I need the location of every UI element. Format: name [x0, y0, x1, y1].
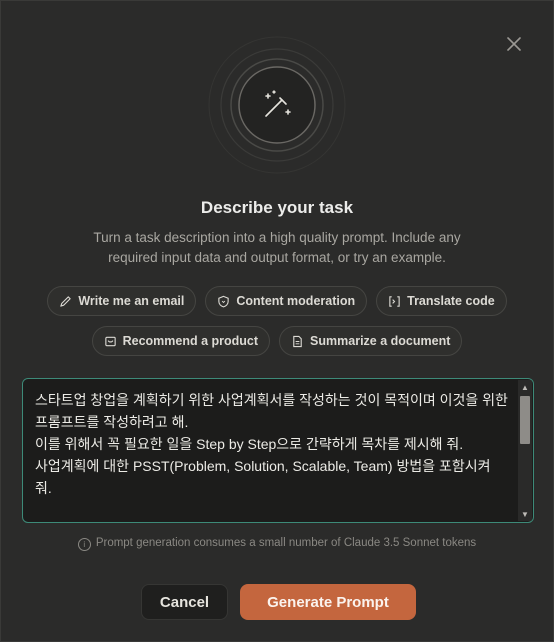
chip-label: Content moderation — [236, 294, 356, 308]
scroll-thumb[interactable] — [520, 396, 530, 444]
dialog-title: Describe your task — [200, 198, 354, 217]
example-chip-content-moderation[interactable]: Content moderation — [205, 286, 368, 316]
chip-label: Recommend a product — [122, 334, 259, 348]
token-usage-text: Prompt generation consumes a small numbe… — [95, 537, 477, 549]
generate-prompt-button[interactable]: Generate Prompt — [240, 584, 416, 620]
scroll-down-arrow-icon[interactable]: ▼ — [518, 507, 532, 521]
dialog-subtitle: Turn a task description into a high qual… — [93, 230, 461, 265]
task-description-text[interactable]: 스타트업 창업을 계획하기 위한 사업계획서를 작성하는 것이 목적이며 이것을… — [35, 389, 511, 522]
document-icon — [293, 335, 302, 347]
info-icon: i — [77, 538, 91, 551]
chip-label: Translate code — [407, 294, 495, 308]
close-icon[interactable] — [505, 35, 523, 53]
chip-label: Write me an email — [78, 294, 185, 308]
example-chip-recommend-product[interactable]: Recommend a product — [91, 326, 271, 356]
textarea-scrollbar[interactable]: ▲ ▼ — [518, 380, 532, 521]
chip-label: Summarize a document — [310, 334, 451, 348]
example-chip-translate-code[interactable]: Translate code — [376, 286, 507, 316]
task-description-input[interactable]: 스타트업 창업을 계획하기 위한 사업계획서를 작성하는 것이 목적이며 이것을… — [22, 378, 534, 523]
cancel-button[interactable]: Cancel — [141, 584, 228, 620]
code-bracket-icon — [389, 295, 400, 307]
example-chip-write-email[interactable]: Write me an email — [47, 286, 197, 316]
example-chips-row-2: Recommend a product Summarize a document — [1, 326, 553, 356]
pen-icon — [60, 295, 72, 307]
example-chips-row-1: Write me an email Content moderation Tra… — [1, 286, 553, 316]
example-chip-summarize-document[interactable]: Summarize a document — [279, 326, 463, 356]
scroll-up-arrow-icon[interactable]: ▲ — [518, 380, 532, 394]
inbox-icon — [104, 336, 116, 346]
magic-wand-emblem — [208, 36, 346, 174]
generate-prompt-dialog: Describe your task Turn a task descripti… — [0, 0, 554, 642]
token-usage-note: i Prompt generation consumes a small numb… — [1, 537, 553, 551]
shield-icon — [218, 295, 230, 307]
